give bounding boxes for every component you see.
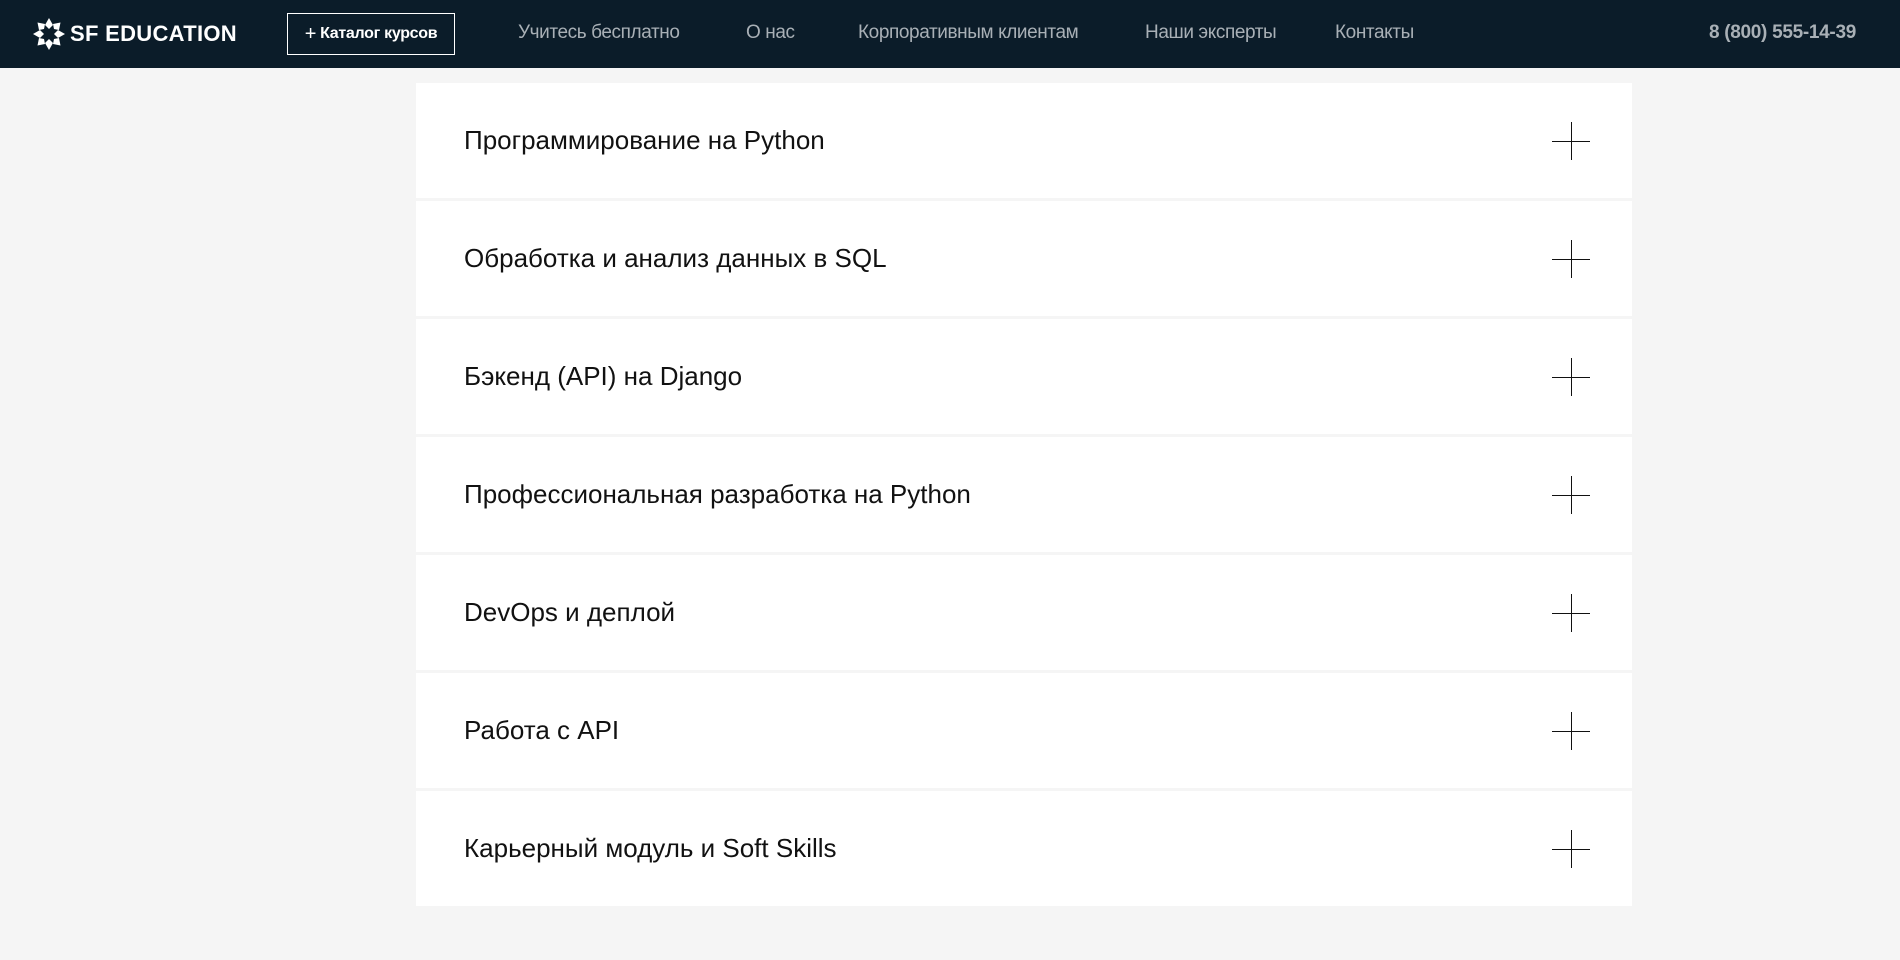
accordion-item-title: DevOps и деплой	[464, 597, 676, 627]
accordion-item[interactable]: Профессиональная разработка на Python	[416, 437, 1632, 552]
site-header: SF EDUCATION + Каталог курсов Учитесь бе…	[0, 0, 1900, 68]
nav-corporate[interactable]: Корпоративным клиентам	[858, 22, 1079, 44]
logo-text: SF EDUCATION	[70, 21, 237, 46]
accordion-item[interactable]: Обработка и анализ данных в SQL	[416, 201, 1632, 316]
accordion-item[interactable]: DevOps и деплой	[416, 555, 1632, 670]
plus-icon[interactable]	[1552, 830, 1590, 868]
accordion-item-title: Бэкенд (API) на Django	[464, 361, 743, 391]
accordion-item-title: Профессиональная разработка на Python	[464, 479, 971, 509]
nav-experts[interactable]: Наши эксперты	[1145, 22, 1277, 44]
accordion-item-title: Обработка и анализ данных в SQL	[464, 243, 887, 273]
accordion-item[interactable]: Программирование на Python	[416, 83, 1632, 198]
phone-number[interactable]: 8 (800) 555-14-39	[1709, 22, 1856, 44]
catalog-button[interactable]: + Каталог курсов	[287, 13, 455, 55]
logo[interactable]: SF EDUCATION	[32, 17, 237, 51]
plus-icon[interactable]	[1552, 358, 1590, 396]
course-modules-accordion: Программирование на Python Обработка и а…	[416, 83, 1632, 906]
nav-about[interactable]: О нас	[746, 22, 795, 44]
plus-icon[interactable]	[1552, 476, 1590, 514]
plus-icon[interactable]	[1552, 594, 1590, 632]
nav-contacts[interactable]: Контакты	[1335, 22, 1414, 44]
accordion-item[interactable]: Карьерный модуль и Soft Skills	[416, 791, 1632, 906]
catalog-button-label: Каталог курсов	[320, 25, 438, 42]
accordion-item-title: Работа с API	[464, 715, 620, 745]
accordion-item-title: Карьерный модуль и Soft Skills	[464, 833, 837, 863]
accordion-item-title: Программирование на Python	[464, 125, 825, 155]
logo-icon	[33, 18, 65, 50]
plus-icon[interactable]	[1552, 122, 1590, 160]
nav-learn-free[interactable]: Учитесь бесплатно	[518, 22, 680, 44]
plus-icon[interactable]	[1552, 712, 1590, 750]
accordion-item[interactable]: Бэкенд (API) на Django	[416, 319, 1632, 434]
plus-icon: +	[304, 23, 317, 45]
accordion-item[interactable]: Работа с API	[416, 673, 1632, 788]
plus-icon[interactable]	[1552, 240, 1590, 278]
